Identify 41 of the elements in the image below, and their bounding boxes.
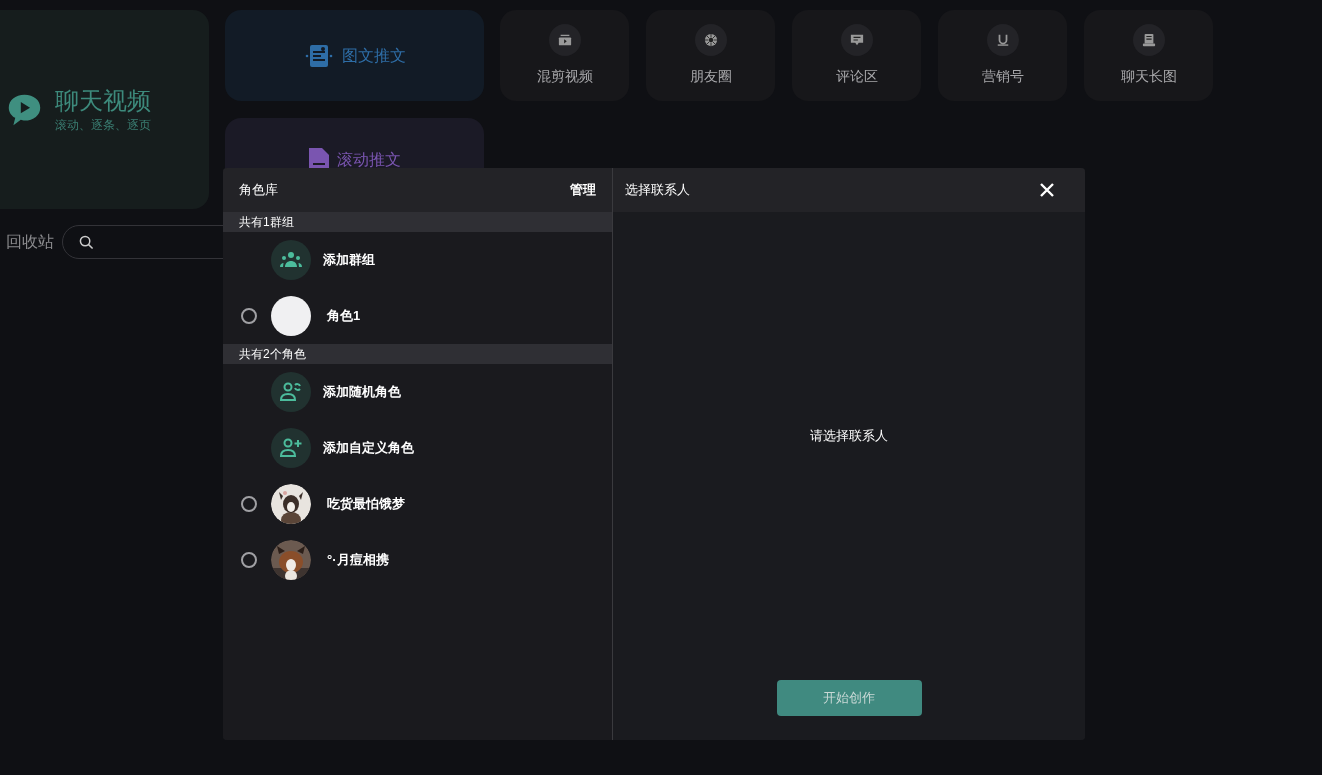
tool-card[interactable]: 营销号 [938,10,1067,101]
tool-label: 评论区 [835,67,878,86]
tool-label: 营销号 [981,67,1024,86]
radio-button[interactable] [241,496,257,512]
action-item[interactable]: 添加群组 [323,250,375,270]
tool-label: 混剪视频 [536,67,593,86]
video-icon [557,33,572,47]
card-label: 图文推文 [341,45,406,66]
role-name[interactable]: 角色1 [323,306,361,326]
add-user-icon [279,436,303,460]
scroll-icon [1141,33,1156,47]
user-refresh-icon [279,380,303,404]
underline-icon [995,33,1010,47]
recycle-bin-label[interactable]: 回收站 [6,230,54,254]
tool-card[interactable]: 朋友圈 [646,10,775,101]
card-label: 滚动推文 [336,150,401,170]
comment-icon [849,33,864,47]
tool-label: 聊天长图 [1120,67,1177,86]
action-item[interactable]: 添加自定义角色 [323,438,414,458]
section-header: 共有1群组 [223,212,612,232]
avatar [271,296,311,336]
section-header: 共有2个角色 [223,344,612,364]
tool-card[interactable]: 混剪视频 [500,10,629,101]
role-name[interactable]: 吃货最怕饿梦 [323,494,405,514]
role-name[interactable]: °·月痘相携 [323,550,389,570]
panel-title: 选择联系人 [625,181,690,200]
radio-button[interactable] [241,552,257,568]
tool-card[interactable]: 聊天长图 [1084,10,1213,101]
tool-label: 朋友圈 [689,67,732,86]
action-item[interactable]: 添加随机角色 [323,382,401,402]
empty-message: 请选择联系人 [810,427,888,445]
aperture-icon [703,33,718,47]
close-icon [1039,182,1055,198]
radio-button[interactable] [241,308,257,324]
hero-subtitle: 滚动、逐条、逐页 [55,116,151,134]
panel-title: 角色库 [239,181,278,200]
search-icon [79,234,94,250]
hero-title: 聊天视频 [55,85,151,116]
manage-button[interactable]: 管理 [570,180,596,200]
video-chat-card[interactable]: 聊天视频 滚动、逐条、逐页 [0,10,209,209]
tool-card[interactable]: 评论区 [792,10,921,101]
